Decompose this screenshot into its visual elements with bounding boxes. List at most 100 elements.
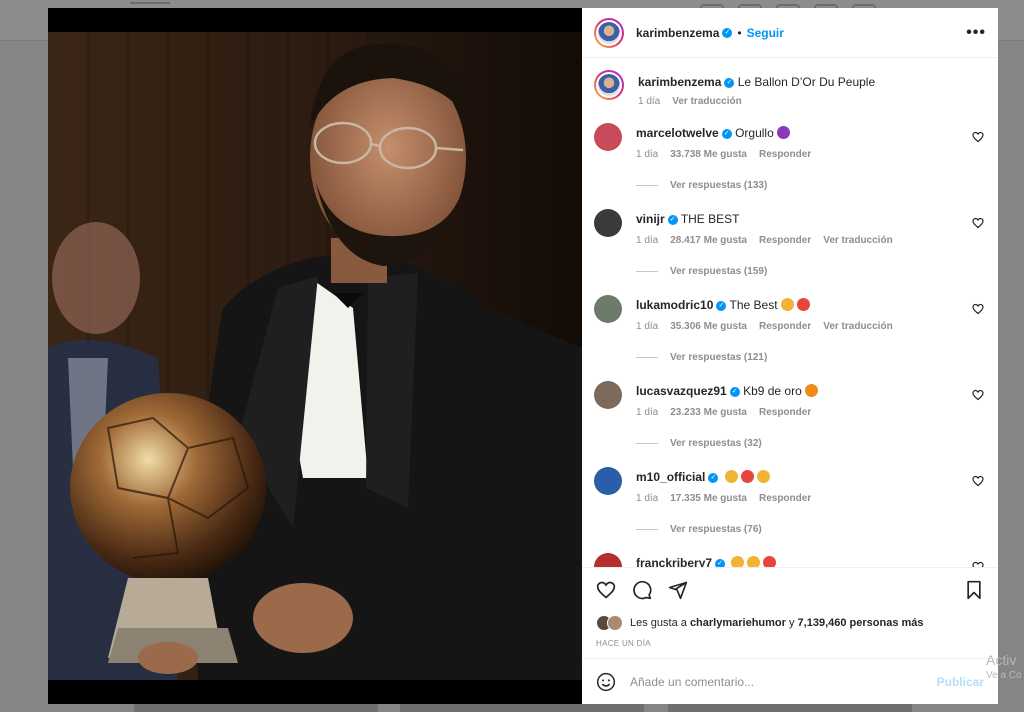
comment-bubble-icon[interactable]: [632, 580, 652, 600]
commenter-avatar[interactable]: [594, 381, 622, 409]
view-replies-button[interactable]: Ver respuestas (76): [636, 524, 986, 535]
view-replies-label: Ver respuestas (121): [670, 352, 768, 363]
watermark-line-2: Ve a Co: [986, 670, 1022, 681]
post-timestamp[interactable]: HACE UN DÍA: [582, 635, 998, 658]
view-replies-button[interactable]: Ver respuestas (32): [636, 438, 986, 449]
caption-translate-link[interactable]: Ver traducción: [672, 96, 741, 107]
post-modal: karimbenzema ✓ • Seguir ••• karimbenzema…: [48, 8, 998, 704]
view-replies-button[interactable]: Ver respuestas (133): [636, 180, 986, 191]
comment-likes-count[interactable]: 28.417 Me gusta: [670, 235, 747, 246]
commenter-avatar[interactable]: [594, 209, 622, 237]
likers-avatars[interactable]: [596, 615, 623, 631]
view-replies-label: Ver respuestas (159): [670, 266, 768, 277]
pray-clap-heart-emoji-icon: [747, 556, 761, 567]
caption-text: Le Ballon D’Or Du Peuple: [737, 75, 876, 89]
post-photo[interactable]: [48, 8, 582, 704]
comment-like-heart-icon[interactable]: [972, 131, 984, 143]
view-replies-label: Ver respuestas (133): [670, 180, 768, 191]
hands-heart-emoji-icon: [780, 298, 794, 311]
comments-list[interactable]: karimbenzema ✓ Le Ballon D’Or Du Peuple 1…: [582, 58, 998, 567]
comment-reply-button[interactable]: Responder: [759, 321, 811, 332]
likes-user-link[interactable]: charlymariehumor: [690, 617, 786, 629]
likes-count-link[interactable]: 7,139,460 personas más: [798, 617, 924, 629]
caption-avatar[interactable]: [594, 70, 624, 100]
commenter-username[interactable]: franckribery7: [636, 556, 712, 567]
commenter-avatar[interactable]: [594, 295, 622, 323]
likes-prefix: Les gusta a: [630, 617, 687, 629]
purple-heart-emoji-icon: [776, 126, 790, 139]
watermark-line-1: Activ: [986, 652, 1017, 668]
windows-activation-watermark: Activ Ve a Co: [986, 652, 1022, 684]
comment-likes-count[interactable]: 17.335 Me gusta: [670, 493, 747, 504]
like-heart-icon[interactable]: [596, 580, 616, 600]
verified-badge-icon: ✓: [667, 214, 678, 225]
comment-text: Orgullo: [735, 126, 774, 140]
replies-divider: [636, 529, 658, 530]
verified-badge-icon: ✓: [724, 77, 735, 88]
commenter-avatar[interactable]: [594, 467, 622, 495]
comment-age: 1 día: [636, 493, 659, 504]
comment-row: m10_official ✓ 1 día 17.335 Me gusta Resp…: [594, 467, 986, 535]
separator-dot: •: [737, 25, 742, 40]
comment-likes-count[interactable]: 23.233 Me gusta: [670, 407, 747, 418]
hands-heart-emoji-icon: [796, 298, 810, 311]
post-sidebar: karimbenzema ✓ • Seguir ••• karimbenzema…: [582, 8, 998, 704]
save-bookmark-icon[interactable]: [964, 580, 984, 600]
comment-age: 1 día: [636, 321, 659, 332]
comment-row: lukamodric10 ✓ The Best 1 día 35.306 Me g…: [594, 295, 986, 363]
comment-text: The Best: [729, 298, 778, 312]
view-replies-button[interactable]: Ver respuestas (121): [636, 352, 986, 363]
follow-button[interactable]: Seguir: [747, 26, 784, 40]
comment-like-heart-icon[interactable]: [972, 303, 984, 315]
hands-heart-clap-emoji-icon: [724, 470, 738, 483]
comment-likes-count[interactable]: 33.738 Me gusta: [670, 149, 747, 160]
comment-like-heart-icon[interactable]: [972, 389, 984, 401]
comment-reply-button[interactable]: Responder: [759, 493, 811, 504]
comment-likes-count[interactable]: 35.306 Me gusta: [670, 321, 747, 332]
caption-row: karimbenzema ✓ Le Ballon D’Or Du Peuple 1…: [594, 70, 986, 107]
commenter-username[interactable]: lucasvazquez91: [636, 384, 727, 398]
comment-like-heart-icon[interactable]: [972, 561, 984, 567]
commenter-avatar[interactable]: [594, 123, 622, 151]
commenter-avatar[interactable]: [594, 553, 622, 567]
likes-summary: Les gusta a charlymariehumor y 7,139,460…: [582, 611, 998, 635]
comment-input[interactable]: [628, 673, 937, 690]
comment-reply-button[interactable]: Responder: [759, 235, 811, 246]
likes-connector: y: [788, 617, 795, 629]
view-replies-button[interactable]: Ver respuestas (159): [636, 266, 986, 277]
comment-reply-button[interactable]: Responder: [759, 149, 811, 160]
pray-clap-heart-emoji-icon: [763, 556, 777, 567]
caption-username[interactable]: karimbenzema: [638, 75, 721, 89]
comment-row: marcelotwelve ✓ Orgullo 1 día 33.738 Me g…: [594, 123, 986, 191]
commenter-username[interactable]: marcelotwelve: [636, 126, 719, 140]
post-header: karimbenzema ✓ • Seguir •••: [582, 8, 998, 58]
verified-badge-icon: ✓: [729, 386, 740, 397]
comment-age: 1 día: [636, 407, 659, 418]
comment-row: franckribery7 ✓: [594, 553, 986, 567]
comment-translate-link[interactable]: Ver traducción: [823, 235, 892, 246]
commenter-username[interactable]: lukamodric10: [636, 298, 713, 312]
more-options-button[interactable]: •••: [966, 24, 986, 42]
commenter-username[interactable]: m10_official: [636, 470, 705, 484]
comment-row: lucasvazquez91 ✓ Kb9 de oro 1 día 23.233 …: [594, 381, 986, 449]
comment-text: Kb9 de oro: [743, 384, 802, 398]
publish-button[interactable]: Publicar: [937, 675, 984, 689]
replies-divider: [636, 185, 658, 186]
liker-avatar: [607, 615, 623, 631]
comment-reply-button[interactable]: Responder: [759, 407, 811, 418]
hands-heart-clap-emoji-icon: [756, 470, 770, 483]
author-avatar[interactable]: [594, 17, 624, 48]
comment-text: THE BEST: [680, 212, 740, 226]
action-bar: [582, 567, 998, 611]
share-send-icon[interactable]: [668, 580, 688, 600]
comment-translate-link[interactable]: Ver traducción: [823, 321, 892, 332]
emoji-picker-icon[interactable]: [596, 672, 616, 692]
comment-like-heart-icon[interactable]: [972, 217, 984, 229]
caption-age: 1 día: [638, 96, 661, 107]
verified-badge-icon: ✓: [715, 558, 726, 567]
replies-divider: [636, 271, 658, 272]
comment-like-heart-icon[interactable]: [972, 475, 984, 487]
author-username[interactable]: karimbenzema: [636, 26, 719, 40]
verified-badge-icon: ✓: [721, 128, 732, 139]
commenter-username[interactable]: vinijr: [636, 212, 665, 226]
